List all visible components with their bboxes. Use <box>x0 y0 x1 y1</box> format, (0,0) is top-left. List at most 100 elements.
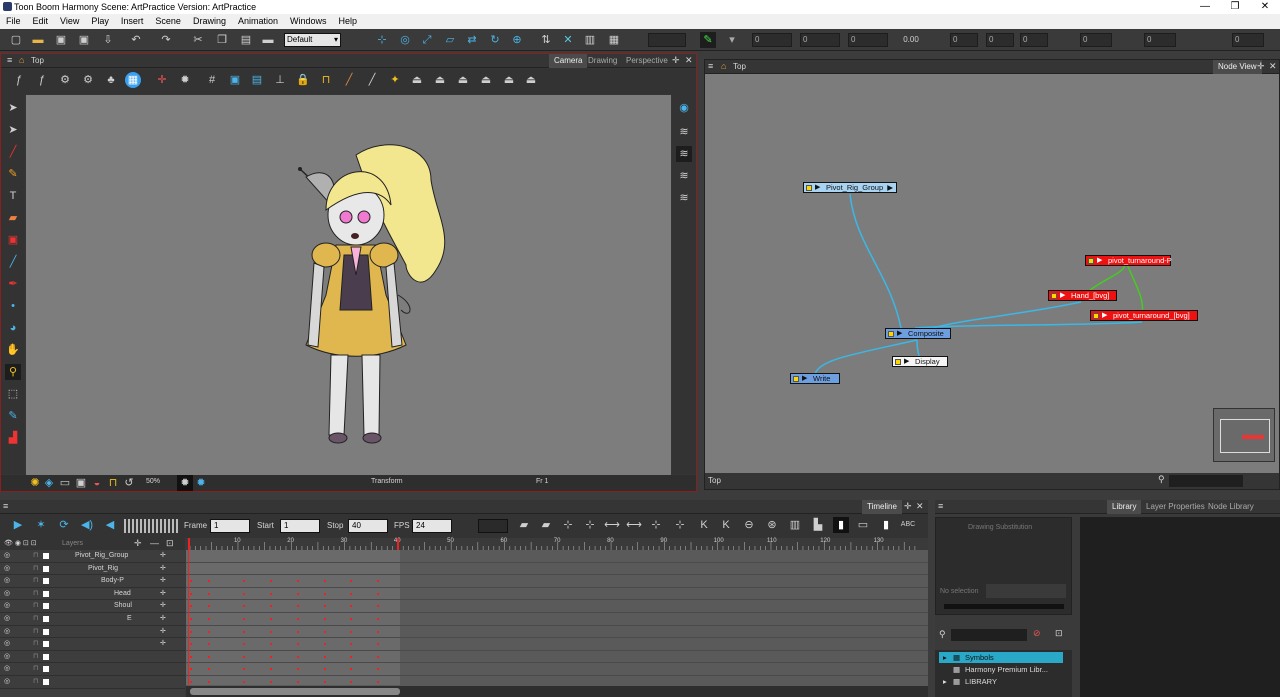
menu-help[interactable]: Help <box>333 14 364 29</box>
keyframe-marker[interactable] <box>270 643 272 646</box>
layer-lock-icon[interactable]: ⊓ <box>33 676 38 688</box>
add-tab-icon[interactable]: ✛ <box>672 55 680 66</box>
layer-enable-icon[interactable] <box>43 565 49 572</box>
expand-icon[interactable]: ▸ <box>943 676 947 687</box>
menu-file[interactable]: File <box>0 14 27 29</box>
pivot-tool-icon[interactable]: • <box>5 298 21 314</box>
layer-add-icon[interactable]: ✛ <box>160 613 166 625</box>
keyframe-marker[interactable] <box>270 605 272 608</box>
unlock-icon[interactable]: ⊓ <box>318 72 334 88</box>
menu-insert[interactable]: Insert <box>115 14 150 29</box>
gear-icon[interactable]: ⚙ <box>57 72 73 88</box>
motion-key-icon[interactable]: ⟷ <box>604 517 620 533</box>
new-scene-icon[interactable]: ▢ <box>8 32 24 48</box>
peg-icon[interactable]: ▾ <box>724 32 740 48</box>
keyframe-marker[interactable] <box>270 655 272 658</box>
render-icon[interactable]: ▣ <box>73 475 89 491</box>
workspace-select[interactable]: Default ▾ <box>284 33 341 47</box>
menu-edit[interactable]: Edit <box>27 14 55 29</box>
preview-icon[interactable]: ▤ <box>249 72 265 88</box>
node-navigator[interactable] <box>1213 408 1275 462</box>
brush-icon[interactable]: ╱ <box>341 72 357 88</box>
keyframe-marker[interactable] <box>190 605 192 608</box>
quality-icon[interactable]: ✹ <box>177 475 193 491</box>
keyframe-marker[interactable] <box>297 630 299 633</box>
library-item-library[interactable]: ▸ ▦ LIBRARY <box>939 676 1063 687</box>
keyframe-marker[interactable] <box>190 580 192 583</box>
close-button[interactable]: ✕ <box>1250 0 1280 14</box>
frame-row[interactable] <box>186 663 928 676</box>
keyframe-marker[interactable] <box>324 618 326 620</box>
motion-icon[interactable]: ↻ <box>487 32 503 48</box>
play-selection-icon[interactable]: ✶ <box>33 517 49 533</box>
keyframe-marker[interactable] <box>350 630 352 633</box>
substitution-slider[interactable] <box>944 604 1064 609</box>
keyframe-marker[interactable] <box>297 655 299 658</box>
layer-add-icon[interactable]: ✛ <box>160 638 166 650</box>
node-breadcrumb[interactable]: Top <box>733 62 746 71</box>
pivot-x-field[interactable]: 0 <box>1144 33 1176 47</box>
menu-drawing[interactable]: Drawing <box>187 14 232 29</box>
layer-name[interactable]: Head <box>114 588 131 600</box>
keyframe-marker[interactable] <box>324 681 326 683</box>
settings-icon[interactable]: ⚙ <box>80 72 96 88</box>
layer-flat-icon[interactable]: ⏏ <box>501 72 517 88</box>
frame-input[interactable]: 1 <box>210 519 250 533</box>
layer-row[interactable]: ◎ ⊓ <box>0 663 185 676</box>
keyframe-marker[interactable] <box>377 630 379 633</box>
frame-ruler[interactable]: 102030405060708090100110120130 <box>186 538 928 550</box>
dropper-icon[interactable]: ✒ <box>5 276 21 292</box>
keyframe-marker[interactable] <box>377 592 379 595</box>
camera-breadcrumb[interactable]: Top <box>31 56 44 65</box>
keyframe-marker[interactable] <box>297 681 299 683</box>
layer-lock-icon[interactable]: ⊓ <box>33 651 38 663</box>
rotate-icon[interactable]: ◎ <box>397 32 413 48</box>
layer-row[interactable]: ◎ ⊓ ✛ <box>0 626 185 639</box>
layer-front-icon[interactable]: ⏏ <box>409 72 425 88</box>
layers-stack-icon[interactable]: ≋ <box>676 124 692 140</box>
keyframe-marker[interactable] <box>350 592 352 595</box>
layer-add-icon[interactable]: ✛ <box>160 600 166 612</box>
layer-lock-icon[interactable]: ⊓ <box>33 588 38 600</box>
layer-back-icon[interactable]: ⏏ <box>432 72 448 88</box>
layer-stack-icon[interactable]: ⏏ <box>523 72 539 88</box>
layer-row[interactable]: ◎ ⊓ Shoul ✛ <box>0 600 185 613</box>
key-remove-icon[interactable]: K <box>718 517 734 533</box>
keyframe-marker[interactable] <box>270 580 272 583</box>
scrollbar-thumb[interactable] <box>190 688 400 695</box>
layer-visibility-icon[interactable]: ◎ <box>4 575 10 587</box>
keyframe-marker[interactable] <box>190 630 192 633</box>
delete-icon[interactable]: ▬ <box>260 32 276 48</box>
layer-lock-icon[interactable]: ⊓ <box>33 600 38 612</box>
y-field[interactable]: 0 <box>800 33 840 47</box>
clear-search-icon[interactable]: ⊘ <box>1033 628 1041 639</box>
keyframe-marker[interactable] <box>377 655 379 658</box>
node-hand-drawing[interactable]: ▶ Hand_[bvg] <box>1048 290 1117 301</box>
scale-x-field[interactable]: 0 <box>986 33 1014 47</box>
keyframe-marker[interactable] <box>297 580 299 583</box>
keyframe-marker[interactable] <box>324 605 326 608</box>
play-icon[interactable]: ▶ <box>10 517 26 533</box>
maximize-button[interactable]: ❐ <box>1220 0 1250 14</box>
layer-add-icon[interactable]: ✛ <box>160 575 166 587</box>
keyframe-marker[interactable] <box>350 681 352 683</box>
layer-name[interactable]: Pivot_Rig_Group <box>75 550 128 562</box>
keyframe-marker[interactable] <box>243 630 245 633</box>
layer-enable-icon[interactable] <box>43 590 49 597</box>
node-composite[interactable]: ▶ Composite <box>885 328 951 339</box>
lock-status-icon[interactable]: ⊓ <box>105 475 121 491</box>
add-layer-icon[interactable]: ▰ <box>516 517 532 533</box>
frame-row[interactable] <box>186 613 928 626</box>
layer-row[interactable]: ◎ ⊓ Pivot_Rig ✛ <box>0 563 185 576</box>
node-open-icon[interactable]: ▶ <box>887 183 893 193</box>
contour-editor-icon[interactable]: ➤ <box>5 122 21 138</box>
ink-tool-icon[interactable]: ▟ <box>5 430 21 446</box>
transform-tool-icon[interactable]: ⬚ <box>5 386 21 402</box>
keyframe-marker[interactable] <box>324 630 326 633</box>
stop-input[interactable]: 40 <box>348 519 388 533</box>
frame-row[interactable] <box>186 651 928 664</box>
stop-marker[interactable] <box>397 538 399 550</box>
node-display[interactable]: ▶ Display <box>892 356 948 367</box>
line-tool-icon[interactable]: ╱ <box>5 254 21 270</box>
frame-row[interactable] <box>186 575 928 588</box>
